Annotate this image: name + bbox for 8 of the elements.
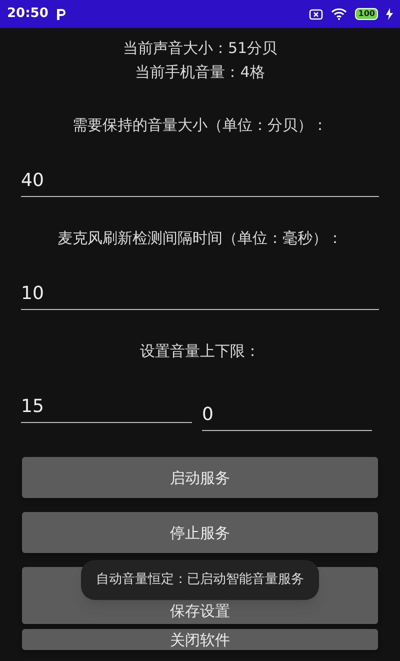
reading-text: 当前手机音量：4格 [135, 62, 265, 83]
field-label: 设置音量上下限： [139, 341, 261, 361]
battery-level: 100 [355, 8, 378, 20]
status-time: 20:50 [7, 5, 48, 24]
field-label: 麦克风刷新检测间隔时间（单位：毫秒）： [56, 228, 344, 248]
field-label: 需要保持的音量大小（单位：分贝）： [72, 115, 328, 135]
status-toast: 自动音量恒定：已启动智能音量服务 [81, 560, 319, 600]
reading-text: 当前声音大小：51分贝 [122, 38, 278, 59]
